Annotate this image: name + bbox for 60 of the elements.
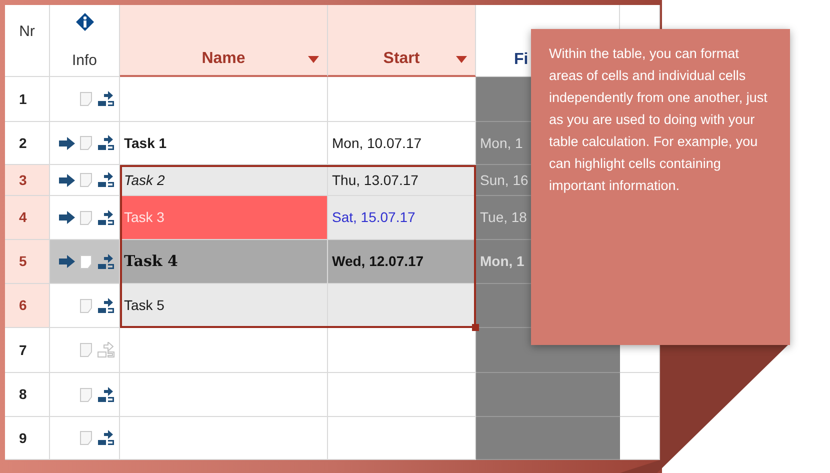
note-icon[interactable] bbox=[80, 343, 92, 357]
note-icon[interactable] bbox=[80, 254, 92, 268]
note-icon[interactable] bbox=[80, 136, 92, 150]
name-cell[interactable] bbox=[120, 77, 328, 122]
start-cell[interactable]: Mon, 10.07.17 bbox=[328, 122, 476, 165]
name-cell[interactable] bbox=[120, 328, 328, 373]
start-cell[interactable]: Sat, 15.07.17 bbox=[328, 196, 476, 240]
link-icon[interactable] bbox=[97, 298, 115, 314]
start-cell[interactable] bbox=[328, 417, 476, 460]
link-icon[interactable] bbox=[97, 135, 115, 151]
row-number: 1 bbox=[19, 90, 27, 108]
note-icon[interactable] bbox=[80, 92, 92, 106]
note-icon[interactable] bbox=[80, 431, 92, 445]
finish-cell[interactable] bbox=[476, 373, 620, 417]
note-icon[interactable] bbox=[80, 388, 92, 402]
right-arrow-icon bbox=[59, 174, 75, 186]
row-number: 8 bbox=[19, 385, 27, 404]
start-cell[interactable] bbox=[328, 77, 476, 122]
note-icon[interactable] bbox=[80, 173, 92, 187]
right-arrow-icon bbox=[59, 255, 75, 268]
row-number: 5 bbox=[19, 252, 27, 271]
link-icon[interactable] bbox=[97, 386, 115, 402]
info-icon[interactable] bbox=[76, 13, 94, 31]
note-icon[interactable] bbox=[80, 298, 92, 312]
link-icon[interactable] bbox=[97, 210, 115, 226]
row-number: 6 bbox=[19, 296, 27, 315]
column-header[interactable]: Start bbox=[328, 5, 476, 77]
finish-cell[interactable] bbox=[476, 417, 620, 460]
row-number: 4 bbox=[19, 208, 27, 227]
start-cell[interactable] bbox=[328, 284, 476, 328]
row-number: 9 bbox=[19, 428, 27, 448]
dropdown-caret-icon[interactable] bbox=[308, 56, 319, 63]
link-icon[interactable] bbox=[97, 91, 115, 107]
dropdown-caret-icon[interactable] bbox=[456, 56, 467, 63]
start-cell[interactable]: Wed, 12.07.17 bbox=[328, 240, 476, 284]
row-number: 7 bbox=[19, 340, 27, 360]
right-arrow-icon bbox=[59, 136, 75, 150]
column-header[interactable]: Name bbox=[120, 5, 328, 77]
column-header[interactable]: Fi bbox=[514, 48, 528, 72]
start-cell[interactable] bbox=[328, 373, 476, 417]
link-icon[interactable] bbox=[97, 254, 115, 270]
callout-tooltip: Within the table, you can format areas of cells and individual cells independently from one another, just as you are used to doing with your table calculation. For example, you can highlight cells containing important information. bbox=[531, 29, 790, 345]
name-cell[interactable]: Task 5 bbox=[120, 284, 328, 328]
link-icon[interactable] bbox=[97, 172, 115, 188]
right-arrow-icon bbox=[59, 211, 75, 224]
name-cell[interactable]: Task 4 bbox=[120, 240, 328, 284]
name-cell[interactable]: Task 1 bbox=[120, 122, 328, 165]
start-cell[interactable]: Thu, 13.07.17 bbox=[328, 165, 476, 196]
table-cell bbox=[620, 417, 660, 460]
start-cell[interactable] bbox=[328, 328, 476, 373]
row-number: 3 bbox=[19, 170, 27, 190]
name-cell[interactable] bbox=[120, 417, 328, 460]
row-number: 2 bbox=[19, 134, 27, 152]
name-cell[interactable] bbox=[120, 373, 328, 417]
note-icon[interactable] bbox=[80, 210, 92, 224]
column-header: Info bbox=[72, 50, 98, 70]
column-header: Nr bbox=[19, 22, 35, 42]
table-cell bbox=[620, 373, 660, 417]
link-icon[interactable] bbox=[97, 430, 115, 446]
name-cell[interactable]: Task 2 bbox=[120, 165, 328, 196]
